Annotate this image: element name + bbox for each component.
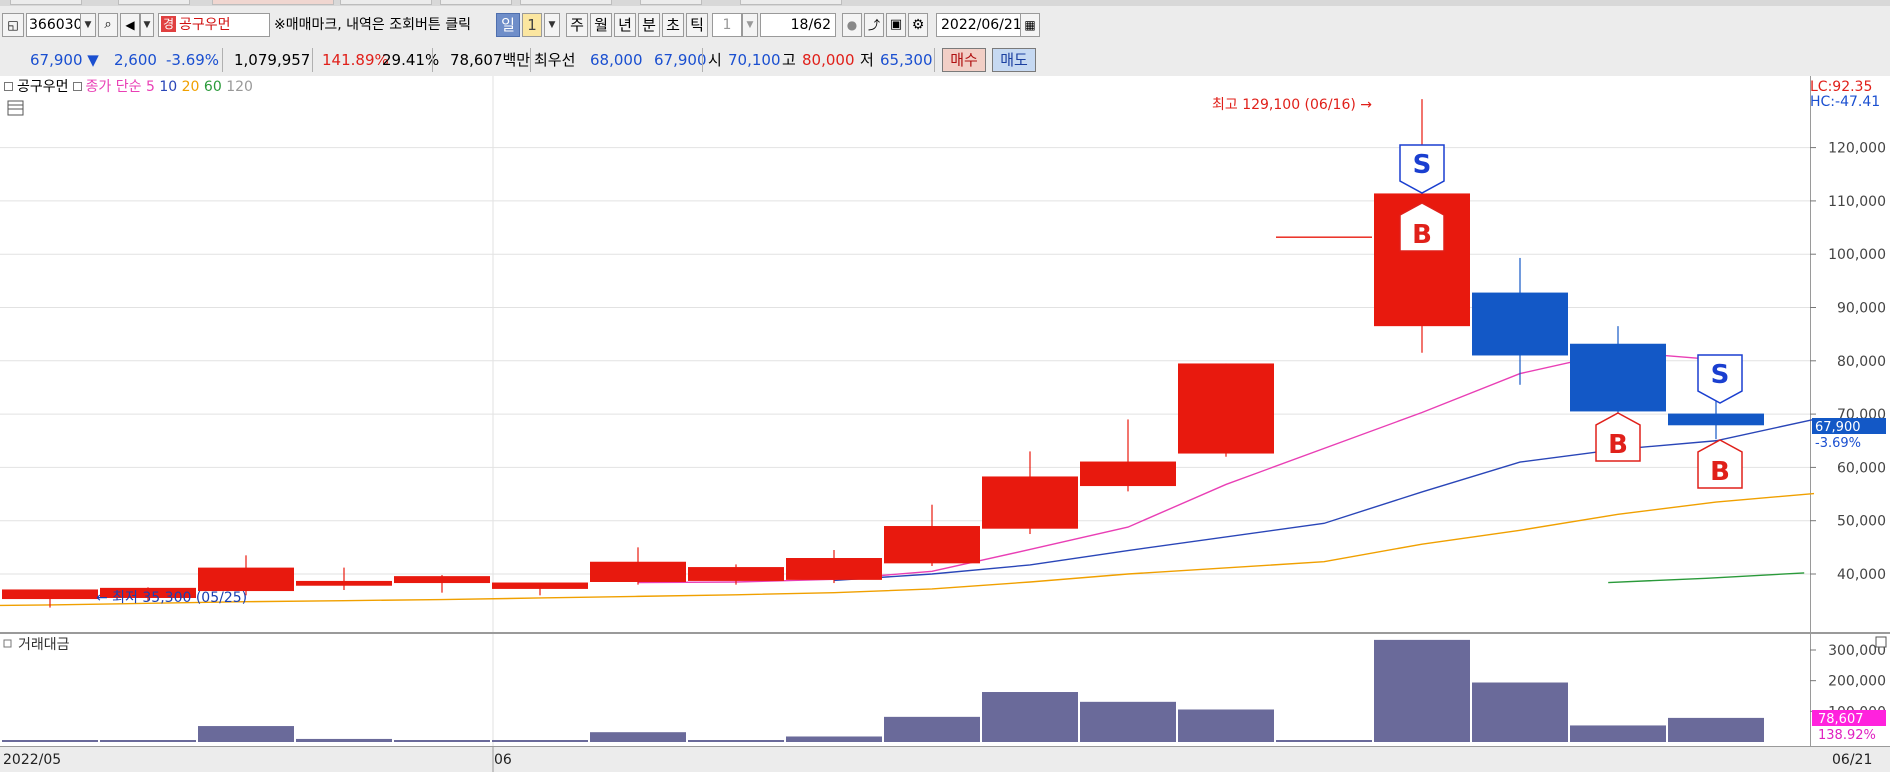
- low-annotation: ← 최저 35,300 (05/25): [96, 590, 247, 606]
- candle-up: [198, 567, 294, 592]
- price-axis-label: 40,000: [1837, 567, 1886, 583]
- price-axis-labels: 120,000110,000100,00090,00080,00070,0006…: [1810, 141, 1886, 583]
- volume-bar: [296, 738, 392, 742]
- volume-bar: [1570, 725, 1666, 742]
- candle-up: [982, 476, 1078, 529]
- legend-ma120[interactable]: 120: [226, 79, 253, 95]
- candle-up: [1080, 461, 1176, 487]
- volume-panel-square: [3, 639, 12, 648]
- candle-up: [688, 567, 784, 581]
- volume-bar: [100, 740, 196, 742]
- candle-down: [1570, 343, 1666, 412]
- legend-ma5[interactable]: 5: [146, 79, 155, 95]
- price-axis-label: 110,000: [1828, 194, 1886, 210]
- volume-axis-labels: 300,000200,000100,000: [1810, 643, 1886, 720]
- volume-bar: [198, 726, 294, 742]
- buy-mark-label: B: [1710, 457, 1730, 487]
- volume-bars: [2, 639, 1764, 742]
- legend-ma-label[interactable]: 종가 단순: [86, 79, 142, 95]
- lc-label: LC:92.35: [1810, 79, 1872, 95]
- volume-pct-tag: 138.92%: [1818, 728, 1876, 743]
- volume-bar: [786, 736, 882, 742]
- volume-bar: [1080, 701, 1176, 742]
- volume-panel-title: 거래대금: [18, 637, 70, 653]
- volume-bar: [1668, 717, 1764, 742]
- price-axis-label: 90,000: [1837, 301, 1886, 317]
- volume-bar: [1178, 709, 1274, 742]
- price-gridlines: [0, 76, 1810, 746]
- sell-mark-label: S: [1711, 360, 1730, 390]
- candle-up: [394, 576, 490, 584]
- volume-bar: [982, 692, 1078, 742]
- price-axis-label: 100,000: [1828, 247, 1886, 263]
- date-start-label: 2022/05: [3, 752, 61, 768]
- current-pct-tag: -3.69%: [1815, 436, 1861, 451]
- volume-bar: [1276, 740, 1372, 742]
- ma10-line: [833, 418, 1815, 582]
- chart-svg: S B B S B 120,000 110,000 100,000 90,000 80,000 7…: [0, 76, 1887, 772]
- candle-up: [1178, 363, 1274, 454]
- legend-ma20[interactable]: 20: [182, 79, 200, 95]
- legend-ma10[interactable]: 10: [159, 79, 177, 95]
- volume-bar: [492, 740, 588, 742]
- candle-up: [296, 580, 392, 586]
- volume-bar: [394, 740, 490, 742]
- table-view-icon[interactable]: [7, 100, 24, 116]
- sell-mark-label: S: [1413, 150, 1432, 180]
- date-end-label: 06/21: [1832, 752, 1872, 768]
- candle-down: [1472, 292, 1568, 356]
- current-price-tag-text: 67,900: [1815, 420, 1861, 435]
- volume-bar: [1472, 682, 1568, 742]
- candle-up: [884, 526, 980, 564]
- legend-square[interactable]: [72, 82, 82, 91]
- volume-axis-label: 200,000: [1828, 674, 1886, 690]
- candle-up: [590, 561, 686, 582]
- price-axis-label: 80,000: [1837, 354, 1886, 370]
- price-axis-label: 60,000: [1837, 460, 1886, 476]
- candle-down: [1668, 413, 1764, 426]
- volume-bar: [590, 732, 686, 742]
- volume-bar: [688, 740, 784, 742]
- hc-label: HC:-47.41: [1810, 94, 1880, 110]
- volume-bar: [1374, 639, 1470, 742]
- legend-stock-name[interactable]: 공구우먼: [17, 79, 69, 95]
- chart-legend: 공구우먼 종가 단순 5 10 20 60 120: [0, 77, 253, 97]
- volume-panel-close-icon[interactable]: [1875, 636, 1887, 648]
- legend-ma60[interactable]: 60: [204, 79, 222, 95]
- candle-up: [492, 582, 588, 589]
- high-annotation: 최고 129,100 (06/16) →: [1212, 97, 1372, 113]
- price-axis-label: 120,000: [1828, 141, 1886, 157]
- volume-bar: [884, 716, 980, 742]
- date-mid-label: 06: [494, 752, 512, 768]
- volume-current-tag-text: 78,607: [1818, 712, 1864, 727]
- candle-up: [786, 558, 882, 580]
- volume-bar: [2, 740, 98, 742]
- candlesticks: [2, 99, 1764, 608]
- candle-up: [2, 589, 98, 600]
- legend-square[interactable]: [4, 82, 13, 91]
- buy-mark-label: B: [1608, 430, 1628, 460]
- buy-mark-label: B: [1412, 220, 1432, 250]
- price-axis-label: 50,000: [1837, 514, 1886, 530]
